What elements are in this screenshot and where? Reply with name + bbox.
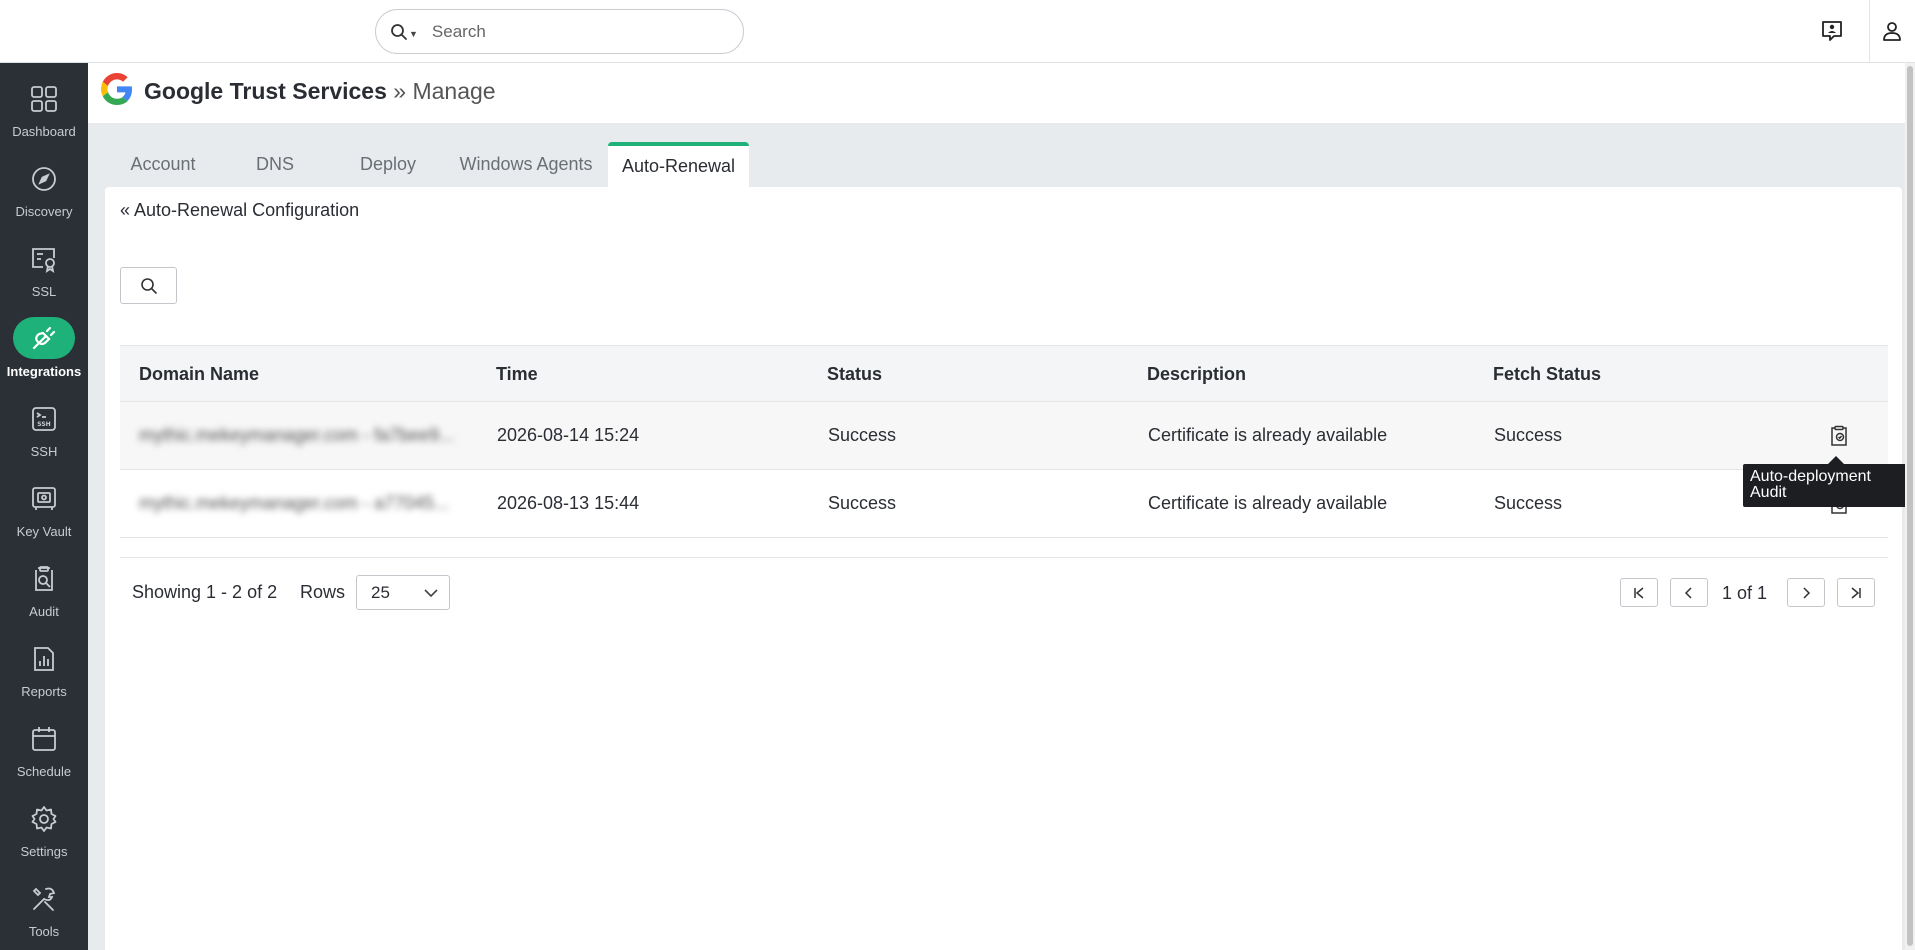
cell-fetch-status: Success [1494,425,1563,445]
sidebar-item-key-vault[interactable]: Key Vault [0,471,88,551]
sidebar-item-settings[interactable]: Settings [0,791,88,871]
sidebar: Dashboard Discovery SSL Integrations SSH… [0,63,88,950]
search-placeholder: Search [431,21,486,41]
search-input[interactable]: ▼ Search [375,9,744,54]
tab-deploy[interactable]: Deploy [343,142,433,187]
previous-page-button[interactable] [1670,578,1708,607]
column-header-status[interactable]: Status [827,364,882,385]
sidebar-item-ssl[interactable]: SSL [0,231,88,311]
tab-dns[interactable]: DNS [237,142,313,187]
rows-label: Rows [300,582,346,602]
auto-deployment-audit-icon[interactable] [1825,422,1853,450]
sidebar-item-integrations[interactable]: Integrations [0,311,88,391]
column-header-description[interactable]: Description [1147,364,1246,385]
sidebar-item-label: Tools [28,924,60,939]
page-title: Google Trust Services » Manage [144,78,496,105]
reports-icon [24,639,64,679]
tab-label: DNS [255,154,294,174]
next-page-button[interactable] [1787,578,1825,607]
page-indicator: 1 of 1 [1722,583,1768,603]
sidebar-item-label: Key Vault [16,524,72,539]
sidebar-item-label: Reports [21,684,67,699]
chevron-right-icon [1803,586,1811,599]
terminal-icon: SSH [24,399,64,439]
table-row[interactable]: mythic.mekeymanager.com - a77045... 2026… [120,470,1888,538]
sidebar-item-label: Settings [20,844,68,859]
user-profile-icon[interactable] [1875,14,1909,48]
sidebar-item-ssh[interactable]: SSH SSH [0,391,88,471]
cell-description: Certificate is already available [1148,493,1388,513]
back-link[interactable]: « Auto-Renewal Configuration [120,200,359,221]
first-page-button[interactable] [1620,578,1658,607]
calendar-icon [24,719,64,759]
sidebar-item-tools[interactable]: Tools [0,871,88,950]
sidebar-item-label: SSL [31,284,57,299]
last-page-icon [1851,586,1861,599]
first-page-icon [1634,586,1644,599]
sidebar-item-label: Discovery [15,204,73,219]
chevron-down-icon [424,589,438,598]
compass-icon [24,159,64,199]
rows-per-page-value: 25 [371,582,390,602]
top-divider [1869,0,1870,63]
sidebar-item-schedule[interactable]: Schedule [0,711,88,791]
cell-fetch-status: Success [1494,493,1563,513]
main-panel [105,187,1902,950]
sidebar-item-label: SSH [30,444,58,459]
page-header: Google Trust Services » Manage [88,63,1915,123]
tab-label: Windows Agents [459,154,593,174]
audit-icon [24,559,64,599]
cell-time: 2026-08-14 15:24 [497,425,640,445]
table-search-button[interactable] [120,267,177,304]
tab-auto-renewal[interactable]: Auto-Renewal [608,142,749,187]
tab-account[interactable]: Account [110,142,216,187]
cell-status: Success [828,493,897,513]
google-logo-icon [101,73,132,105]
chevron-left-icon [1684,586,1692,599]
column-header-time[interactable]: Time [496,364,538,385]
search-icon [140,277,157,294]
page-title-sub: Manage [412,78,496,104]
tab-windows-agents[interactable]: Windows Agents [450,142,602,187]
cell-status: Success [828,425,897,445]
tab-label: Deploy [359,154,417,174]
column-header-domain[interactable]: Domain Name [139,364,259,385]
cell-description: Certificate is already available [1148,425,1388,445]
dashboard-icon [24,79,64,119]
table-bottom-divider [120,557,1888,558]
tab-label: Account [130,154,196,174]
tab-label: Auto-Renewal [621,156,736,176]
sidebar-item-label: Dashboard [12,124,76,139]
cell-domain: mythic.mekeymanager.com - fa7bee9... [139,425,455,445]
tooltip: Auto-deployment Audit [1743,464,1915,507]
gear-icon [24,799,64,839]
sidebar-item-label: Schedule [16,764,72,779]
table-header: Domain Name Time Status Description Fetc… [120,345,1888,402]
search-dropdown-caret[interactable]: ▼ [409,29,418,39]
cell-domain: mythic.mekeymanager.com - a77045... [139,493,450,513]
search-icon [391,23,407,40]
cell-time: 2026-08-13 15:44 [497,493,640,513]
sidebar-item-discovery[interactable]: Discovery [0,151,88,231]
svg-text:SSH: SSH [37,421,50,428]
plug-icon [13,317,75,359]
vault-icon [24,479,64,519]
pagination-summary: Showing 1 - 2 of 2 [132,582,278,602]
table-row[interactable]: mythic.mekeymanager.com - fa7bee9... 202… [120,402,1888,470]
sidebar-item-label: Audit [29,604,59,619]
sidebar-item-label: Integrations [6,364,82,379]
sidebar-item-dashboard[interactable]: Dashboard [0,71,88,151]
sidebar-item-reports[interactable]: Reports [0,631,88,711]
feedback-icon[interactable] [1815,14,1849,48]
scrollbar-thumb[interactable] [1907,66,1913,946]
column-header-fetch-status[interactable]: Fetch Status [1493,364,1601,385]
last-page-button[interactable] [1837,578,1875,607]
rows-per-page-select[interactable]: 25 [356,575,450,610]
ssl-certificate-icon [24,239,64,279]
page-title-main: Google Trust Services [144,78,387,104]
tools-icon [24,879,64,919]
sidebar-item-audit[interactable]: Audit [0,551,88,631]
top-bar: ▼ Search [0,0,1915,63]
page-title-separator: » [386,78,413,104]
